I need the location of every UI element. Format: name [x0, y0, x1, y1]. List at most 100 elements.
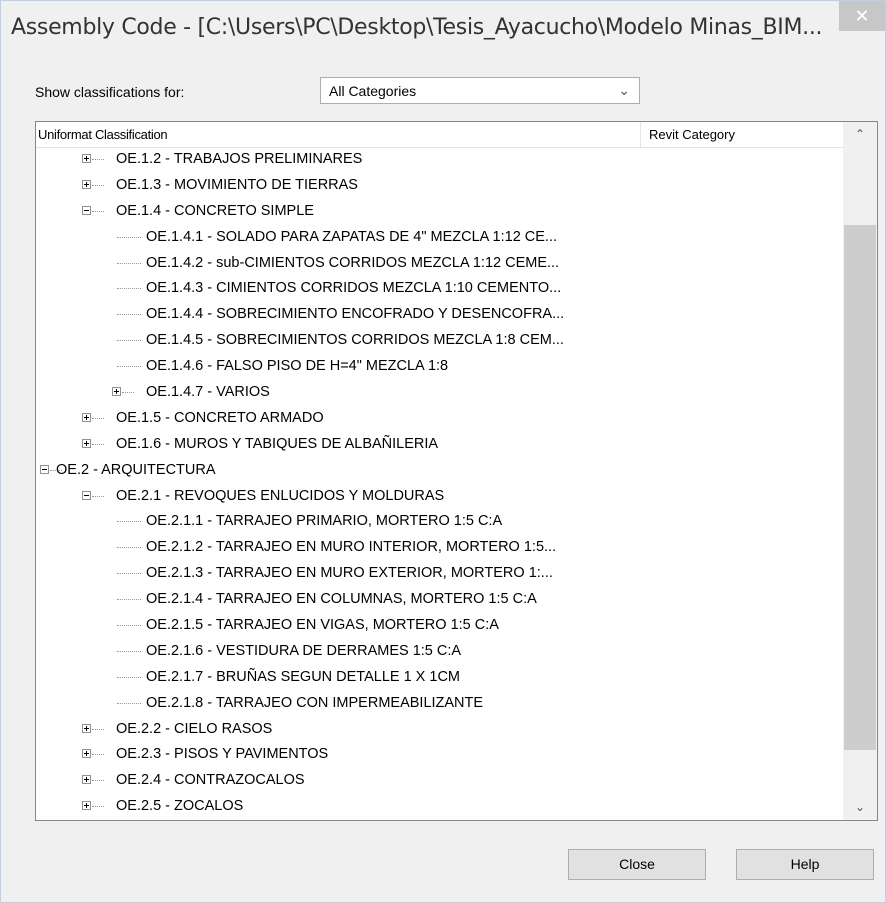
tree-row[interactable]: OE.1.4.4 - SOBRECIMIENTO ENCOFRADO Y DES…: [36, 302, 843, 328]
tree-row[interactable]: OE.1.4 - CONCRETO SIMPLE: [36, 199, 843, 225]
collapse-icon[interactable]: [82, 490, 91, 500]
tree-row-label: OE.1.4.5 - SOBRECIMIENTOS CORRIDOS MEZCL…: [146, 332, 564, 349]
tree-row[interactable]: OE.1.4.5 - SOBRECIMIENTOS CORRIDOS MEZCL…: [36, 328, 843, 354]
column-header-classification[interactable]: Uniformat Classification: [38, 127, 168, 142]
expand-icon[interactable]: [82, 438, 91, 448]
expand-icon[interactable]: [82, 749, 91, 759]
tree-row[interactable]: OE.1.4.1 - SOLADO PARA ZAPATAS DE 4" MEZ…: [36, 225, 843, 251]
tree-row[interactable]: OE.1.4.2 - sub-CIMIENTOS CORRIDOS MEZCLA…: [36, 251, 843, 277]
tree-connector: [92, 728, 104, 730]
tree-connector: [117, 547, 141, 549]
tree-row-label: OE.2 - ARQUITECTURA: [56, 461, 216, 478]
scroll-down-icon[interactable]: ⌄: [843, 795, 877, 820]
tree-row-label: OE.1.3 - MOVIMIENTO DE TIERRAS: [116, 176, 358, 193]
tree-row-label: OE.1.2 - TRABAJOS PRELIMINARES: [116, 151, 363, 167]
tree-row[interactable]: OE.1.4.6 - FALSO PISO DE H=4" MEZCLA 1:8: [36, 354, 843, 380]
title-bar: Assembly Code - [C:\Users\PC\Desktop\Tes…: [1, 1, 885, 59]
close-button[interactable]: Close: [568, 849, 706, 880]
tree-connector: [92, 210, 104, 212]
tree-row-label: OE.2.1.1 - TARRAJEO PRIMARIO, MORTERO 1:…: [146, 513, 503, 530]
tree-row-label: OE.2.1.2 - TARRAJEO EN MURO INTERIOR, MO…: [146, 539, 557, 556]
tree-row-label: OE.2.1.5 - TARRAJEO EN VIGAS, MORTERO 1:…: [146, 617, 499, 634]
tree-row[interactable]: OE.2.1.8 - TARRAJEO CON IMPERMEABILIZANT…: [36, 691, 843, 717]
expand-icon[interactable]: [82, 154, 91, 163]
tree-connector: [92, 495, 104, 497]
tree-connector: [117, 340, 141, 342]
classification-tree[interactable]: Uniformat Classification Revit Category …: [35, 121, 878, 821]
tree-row-label: OE.1.4.1 - SOLADO PARA ZAPATAS DE 4" MEZ…: [146, 228, 558, 245]
expand-icon[interactable]: [112, 387, 121, 397]
tree-connector: [117, 288, 141, 290]
tree-connector: [92, 754, 104, 756]
tree-row-label: OE.1.4 - CONCRETO SIMPLE: [116, 202, 314, 219]
tree-row-label: OE.2.1.4 - TARRAJEO EN COLUMNAS, MORTERO…: [146, 591, 537, 608]
tree-row[interactable]: OE.2.1.7 - BRUÑAS SEGUN DETALLE 1 X 1CM: [36, 665, 843, 691]
tree-rows: OE.1.2 - TRABAJOS PRELIMINARES OE.1.3 - M…: [36, 147, 843, 820]
tree-row[interactable]: OE.1.4.7 - VARIOS: [36, 380, 843, 406]
tree-row-label: OE.2.1 - REVOQUES ENLUCIDOS Y MOLDURAS: [116, 487, 445, 504]
expand-icon[interactable]: [82, 775, 91, 785]
tree-header: Uniformat Classification Revit Category: [36, 122, 843, 148]
tree-row-label: OE.2.1.7 - BRUÑAS SEGUN DETALLE 1 X 1CM: [146, 668, 460, 685]
tree-row-label: OE.2.5 - ZOCALOS: [116, 798, 244, 815]
tree-connector: [117, 625, 141, 627]
tree-row[interactable]: OE.2.1.4 - TARRAJEO EN COLUMNAS, MORTERO…: [36, 587, 843, 613]
window-title: Assembly Code - [C:\Users\PC\Desktop\Tes…: [11, 15, 823, 40]
vertical-scrollbar[interactable]: ⌃ ⌄: [843, 122, 877, 820]
tree-row-label: OE.2.2 - CIELO RASOS: [116, 720, 273, 737]
category-filter-select[interactable]: All Categories ⌄: [320, 77, 640, 104]
tree-connector: [117, 599, 141, 601]
tree-connector: [92, 159, 104, 160]
tree-connector: [92, 417, 104, 419]
tree-connector: [117, 366, 141, 368]
tree-connector: [122, 392, 134, 394]
assembly-code-dialog: Assembly Code - [C:\Users\PC\Desktop\Tes…: [0, 0, 886, 903]
tree-connector: [92, 806, 104, 808]
chevron-down-icon: ⌄: [618, 82, 630, 98]
tree-row[interactable]: OE.2.3 - PISOS Y PAVIMENTOS: [36, 742, 843, 768]
tree-row[interactable]: OE.1.6 - MUROS Y TABIQUES DE ALBAÑILERIA: [36, 432, 843, 458]
tree-connector: [92, 184, 104, 186]
tree-connector: [117, 521, 141, 523]
tree-row-label: OE.2.4 - CONTRAZOCALOS: [116, 772, 305, 789]
tree-row[interactable]: OE.2.5 - ZOCALOS: [36, 794, 843, 820]
tree-connector: [117, 262, 141, 264]
tree-row[interactable]: OE.2.1.3 - TARRAJEO EN MURO EXTERIOR, MO…: [36, 561, 843, 587]
tree-connector: [117, 702, 141, 704]
tree-connector: [117, 573, 141, 575]
column-divider[interactable]: [640, 122, 641, 147]
expand-icon[interactable]: [82, 412, 91, 422]
tree-connector: [92, 443, 104, 445]
tree-row[interactable]: OE.1.3 - MOVIMIENTO DE TIERRAS: [36, 173, 843, 199]
tree-row[interactable]: OE.1.2 - TRABAJOS PRELIMINARES: [36, 147, 843, 173]
help-button[interactable]: Help: [736, 849, 874, 880]
tree-row[interactable]: OE.2 - ARQUITECTURA: [36, 458, 843, 484]
tree-row[interactable]: OE.2.2 - CIELO RASOS: [36, 717, 843, 743]
tree-connector: [92, 780, 104, 782]
scroll-thumb[interactable]: [844, 224, 876, 750]
tree-row-label: OE.1.4.7 - VARIOS: [146, 384, 270, 401]
close-window-icon[interactable]: ✕: [839, 1, 885, 31]
tree-row[interactable]: OE.2.1.1 - TARRAJEO PRIMARIO, MORTERO 1:…: [36, 509, 843, 535]
tree-row-label: OE.1.5 - CONCRETO ARMADO: [116, 409, 324, 426]
show-classifications-label: Show classifications for:: [35, 84, 185, 100]
tree-row-label: OE.1.4.2 - sub-CIMIENTOS CORRIDOS MEZCLA…: [146, 254, 560, 271]
tree-row-label: OE.2.1.3 - TARRAJEO EN MURO EXTERIOR, MO…: [146, 565, 553, 582]
tree-row-label: OE.2.1.6 - VESTIDURA DE DERRAMES 1:5 C:A: [146, 642, 462, 659]
tree-row[interactable]: OE.2.1.2 - TARRAJEO EN MURO INTERIOR, MO…: [36, 535, 843, 561]
tree-connector: [117, 314, 141, 316]
expand-icon[interactable]: [82, 801, 91, 811]
tree-row[interactable]: OE.2.1.5 - TARRAJEO EN VIGAS, MORTERO 1:…: [36, 613, 843, 639]
tree-row-label: OE.1.6 - MUROS Y TABIQUES DE ALBAÑILERIA: [116, 435, 439, 452]
tree-row[interactable]: OE.2.1.6 - VESTIDURA DE DERRAMES 1:5 C:A: [36, 639, 843, 665]
collapse-icon[interactable]: [82, 205, 91, 215]
scroll-up-icon[interactable]: ⌃: [843, 122, 877, 147]
expand-icon[interactable]: [82, 179, 91, 189]
collapse-icon[interactable]: [40, 464, 49, 474]
column-header-category[interactable]: Revit Category: [649, 127, 735, 142]
tree-row[interactable]: OE.2.1 - REVOQUES ENLUCIDOS Y MOLDURAS: [36, 484, 843, 510]
tree-row[interactable]: OE.1.4.3 - CIMIENTOS CORRIDOS MEZCLA 1:1…: [36, 276, 843, 302]
expand-icon[interactable]: [82, 723, 91, 733]
tree-row[interactable]: OE.2.4 - CONTRAZOCALOS: [36, 768, 843, 794]
tree-row[interactable]: OE.1.5 - CONCRETO ARMADO: [36, 406, 843, 432]
